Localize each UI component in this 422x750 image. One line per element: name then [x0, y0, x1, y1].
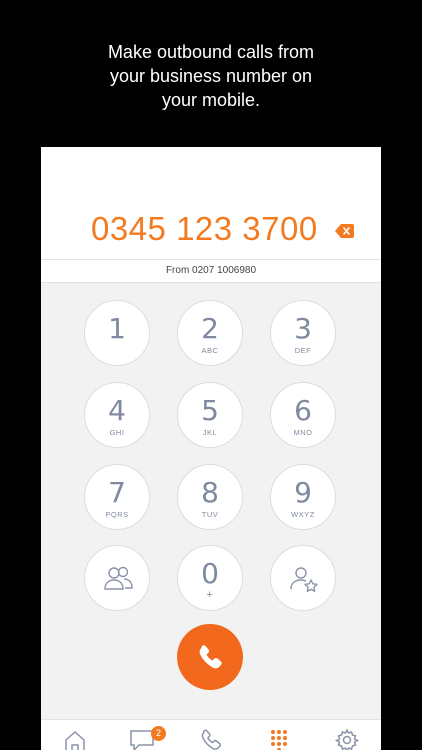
caption-line-1: Make outbound calls from: [107, 42, 315, 62]
key-4[interactable]: 4 GHI: [84, 382, 150, 448]
key-letters: MNO: [293, 428, 313, 437]
key-digit: 8: [201, 476, 219, 509]
key-letters: TUV: [201, 510, 219, 519]
home-icon[interactable]: [63, 728, 87, 750]
number-display: 0345 123 3700: [41, 147, 381, 259]
phone-screen: 0345 123 3700 From 0207 1006980 1 2 ABC …: [41, 147, 381, 750]
key-letters: +: [206, 589, 214, 601]
caption-line-3: your mobile.: [161, 90, 261, 110]
call-button[interactable]: [177, 624, 243, 690]
dialed-number: 0345 123 3700: [91, 210, 318, 247]
key-letters: DEF: [294, 346, 312, 355]
key-5[interactable]: 5 JKL: [177, 382, 243, 448]
key-digit: 5: [201, 394, 219, 427]
key-digit: 9: [294, 476, 312, 509]
key-8[interactable]: 8 TUV: [177, 464, 243, 530]
key-7[interactable]: 7 PQRS: [84, 464, 150, 530]
key-digit: 3: [294, 312, 312, 345]
key-letters: JKL: [202, 428, 218, 437]
key-digit: 4: [108, 394, 126, 427]
messages-badge: 2: [151, 726, 166, 741]
key-0[interactable]: 0 +: [177, 545, 243, 611]
calls-icon[interactable]: [199, 728, 223, 750]
key-letters: GHI: [109, 428, 125, 437]
key-digit: 1: [108, 312, 126, 345]
contacts-button[interactable]: [84, 545, 150, 611]
key-digit: 6: [294, 394, 312, 427]
contacts-icon: [104, 566, 133, 590]
key-3[interactable]: 3 DEF: [270, 300, 336, 366]
key-2[interactable]: 2 ABC: [177, 300, 243, 366]
key-6[interactable]: 6 MNO: [270, 382, 336, 448]
tab-bar: 2: [41, 719, 381, 750]
key-letters: ABC: [201, 346, 219, 355]
caption-line-2: your business number on: [109, 66, 313, 86]
favourite-contact-icon: [290, 567, 318, 592]
key-digit: 2: [201, 312, 219, 345]
key-letters: WXYZ: [291, 510, 315, 519]
key-digit: 0: [201, 557, 219, 590]
settings-icon[interactable]: [335, 728, 359, 750]
from-number: From 0207 1006980: [165, 265, 257, 276]
backspace-icon[interactable]: [335, 224, 354, 238]
phone-icon: [199, 645, 222, 669]
key-9[interactable]: 9 WXYZ: [270, 464, 336, 530]
key-digit: 7: [108, 476, 126, 509]
caller-id-bar[interactable]: From 0207 1006980: [41, 259, 381, 283]
keypad-icon[interactable]: [267, 728, 291, 750]
key-1[interactable]: 1: [84, 300, 150, 366]
favourites-button[interactable]: [270, 545, 336, 611]
promo-caption: Make outbound calls from your business n…: [0, 40, 422, 112]
key-letters: PQRS: [105, 510, 129, 519]
